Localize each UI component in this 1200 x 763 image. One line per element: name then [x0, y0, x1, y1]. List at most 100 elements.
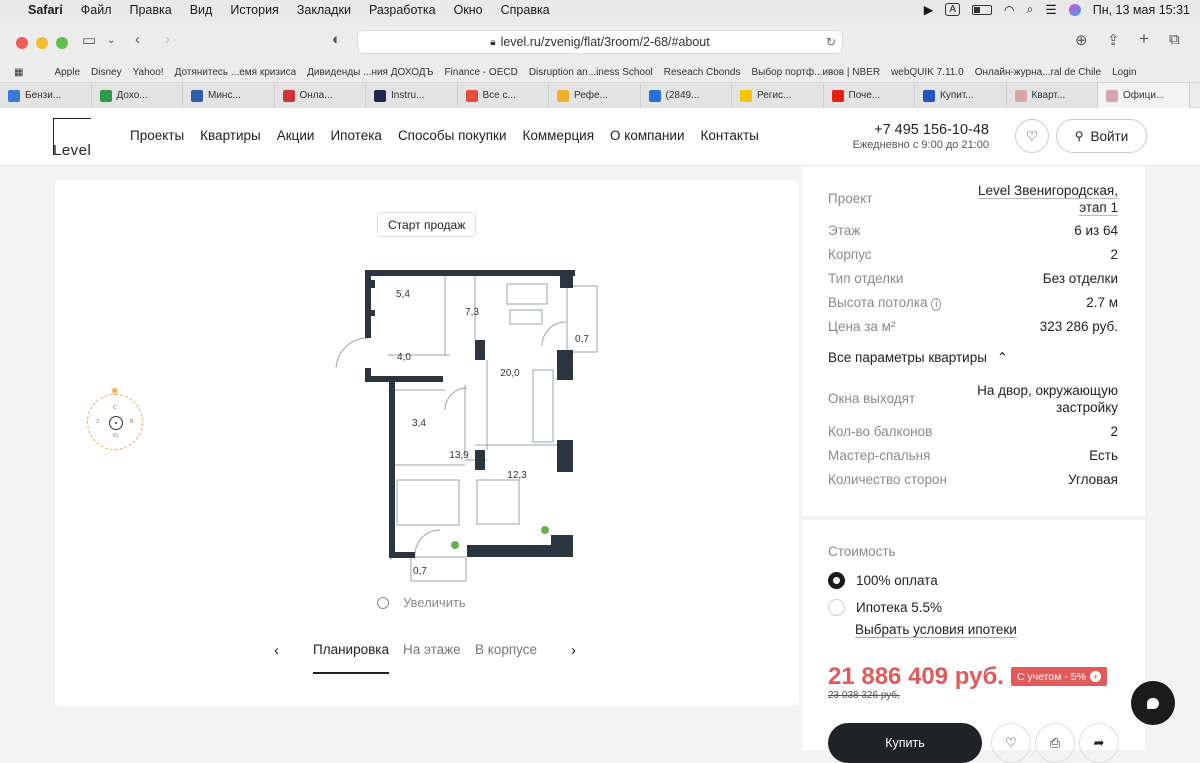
bookmark-item[interactable]: Дотянитесь ...емя кризиса: [175, 67, 297, 78]
prev-arrow-icon[interactable]: ‹: [274, 642, 279, 659]
info-icon[interactable]: i: [931, 298, 942, 311]
sidebar-icon[interactable]: ▭: [82, 31, 96, 49]
nav-apartments[interactable]: Квартиры: [200, 128, 261, 143]
menu-help[interactable]: Справка: [501, 3, 550, 17]
browser-tab[interactable]: Instru...: [366, 83, 458, 108]
browser-tab[interactable]: Рефе...: [549, 83, 641, 108]
menu-window[interactable]: Окно: [454, 3, 483, 17]
bookmarks-grid-icon[interactable]: ▦: [14, 67, 23, 78]
downloads-icon[interactable]: ⊕: [1075, 31, 1088, 49]
close-window-button[interactable]: [16, 37, 28, 49]
favorite-button[interactable]: ♡: [991, 723, 1031, 763]
address-bar[interactable]: 🔒︎ level.ru/zvenig/flat/3room/2-68/#abou…: [357, 30, 843, 54]
back-icon[interactable]: ‹: [135, 31, 140, 48]
zoom-button[interactable]: Увеличить: [377, 595, 466, 610]
mortgage-conditions-link[interactable]: Выбрать условия ипотеки: [855, 622, 1017, 638]
browser-tab[interactable]: Купит...: [915, 83, 1007, 108]
bookmark-item[interactable]: Disruption an...iness School: [529, 67, 653, 78]
menubar-clock[interactable]: Пн, 13 мая 15:31: [1093, 3, 1190, 17]
siri-icon[interactable]: [1068, 3, 1081, 16]
nav-purchase-methods[interactable]: Способы покупки: [398, 128, 507, 143]
room-area-label: 7,3: [465, 307, 479, 318]
browser-tab[interactable]: Офици...: [1098, 83, 1190, 108]
share-icon[interactable]: ⇪: [1107, 31, 1120, 49]
bookmark-item[interactable]: Apple: [54, 67, 80, 78]
buy-button[interactable]: Купить: [828, 723, 982, 763]
room-area-label: 0,7: [413, 566, 427, 577]
nav-promotions[interactable]: Акции: [277, 128, 315, 143]
tab-label: Регис...: [757, 90, 792, 101]
param-label: Окна выходят: [828, 391, 916, 406]
play-status-icon[interactable]: ▶: [924, 2, 934, 17]
param-label: Цена за м²: [828, 319, 896, 334]
minimize-window-button[interactable]: [36, 37, 48, 49]
login-button[interactable]: ⚲ Войти: [1056, 119, 1147, 153]
reload-icon[interactable]: ↻: [826, 35, 836, 49]
browser-tab[interactable]: Бензи...: [0, 83, 92, 108]
browser-tab[interactable]: Все с...: [457, 83, 549, 108]
nav-about[interactable]: О компании: [610, 128, 684, 143]
full-payment-radio[interactable]: 100% оплата: [828, 572, 938, 589]
param-row: Количество сторон Угловая: [828, 472, 1118, 487]
zoom-window-button[interactable]: [56, 37, 68, 49]
control-center-icon[interactable]: ☰: [1046, 2, 1057, 17]
input-source-icon[interactable]: A: [945, 3, 960, 16]
bookmark-item[interactable]: Онлайн-журна...ral de Chile: [975, 67, 1101, 78]
apartment-floorplan[interactable]: 5,4 7,3 0,7 4,0 20,0 3,4 13,9 12,3 0,7: [55, 180, 799, 706]
plan-view-tabs: ‹ Планировка На этаже В корпусе ›: [268, 640, 598, 676]
print-button[interactable]: ⎙: [1035, 723, 1075, 763]
share-button[interactable]: ➦: [1079, 723, 1119, 763]
wifi-icon[interactable]: ◠: [1004, 3, 1014, 17]
menu-history[interactable]: История: [230, 3, 278, 17]
battery-icon[interactable]: [972, 4, 992, 15]
nav-projects[interactable]: Проекты: [130, 128, 184, 143]
browser-tab[interactable]: Минс...: [183, 83, 275, 108]
tab-favicon-icon: [740, 89, 752, 102]
browser-tab[interactable]: Онла...: [274, 83, 366, 108]
menu-safari[interactable]: Safari: [28, 3, 63, 17]
spotlight-search-icon[interactable]: ⌕: [1026, 2, 1033, 17]
param-row: Мастер-спальня Есть: [828, 448, 1118, 463]
browser-tab[interactable]: (2849...: [640, 83, 732, 108]
shield-icon[interactable]: ◐: [332, 31, 341, 48]
favorites-button[interactable]: ♡: [1015, 119, 1049, 153]
bookmark-item[interactable]: Reseach Cbonds: [664, 67, 741, 78]
bookmark-item[interactable]: Дивиденды ...ния ДОХОДЪ: [307, 67, 433, 78]
menu-view[interactable]: Вид: [190, 3, 213, 17]
chevron-down-icon[interactable]: ⌄: [107, 35, 115, 46]
tab-in-building[interactable]: В корпусе: [475, 642, 537, 657]
browser-tab[interactable]: Дохо...: [91, 83, 183, 108]
browser-chrome: ▭ ⌄ ‹ › ◐ 🔒︎ level.ru/zvenig/flat/3room/…: [0, 19, 1200, 108]
bookmark-item[interactable]: Login: [1112, 67, 1136, 78]
chat-widget-button[interactable]: [1131, 681, 1175, 725]
bookmark-item[interactable]: webQUIK 7.11.0: [891, 67, 964, 78]
nav-contacts[interactable]: Контакты: [701, 128, 759, 143]
tab-overview-icon[interactable]: ⧉: [1169, 31, 1180, 48]
all-params-toggle[interactable]: Все параметры квартиры ⌃: [828, 350, 1008, 366]
bookmark-item[interactable]: Выбор портф...ивов | NBER: [752, 67, 881, 78]
browser-tab[interactable]: Кварт...: [1006, 83, 1098, 108]
discount-badge[interactable]: С учетом - 5% +: [1011, 667, 1107, 686]
new-tab-icon[interactable]: +: [1139, 29, 1149, 49]
nav-mortgage[interactable]: Ипотека: [330, 128, 381, 143]
menu-file[interactable]: Файл: [81, 3, 112, 17]
browser-tab[interactable]: Поче...: [823, 83, 915, 108]
param-row: Высота потолка i 2.7 м: [828, 295, 1118, 311]
contact-phone[interactable]: +7 495 156-10-48 Ежедневно с 9:00 до 21:…: [846, 122, 989, 151]
tab-layout[interactable]: Планировка: [313, 642, 389, 674]
menu-develop[interactable]: Разработка: [369, 3, 436, 17]
nav-commercial[interactable]: Коммерция: [523, 128, 595, 143]
phone-number[interactable]: +7 495 156-10-48: [846, 122, 989, 138]
bookmark-item[interactable]: Yahoo!: [133, 67, 164, 78]
menu-edit[interactable]: Правка: [129, 3, 171, 17]
project-link[interactable]: Level Звенигородская, этап 1: [978, 182, 1118, 216]
mortgage-radio[interactable]: Ипотека 5.5%: [828, 599, 942, 616]
bookmark-item[interactable]: Disney: [91, 67, 122, 78]
menu-bookmarks[interactable]: Закладки: [297, 3, 351, 17]
browser-tab[interactable]: Регис...: [732, 83, 824, 108]
bookmark-item[interactable]: Finance - OECD: [444, 67, 517, 78]
next-arrow-icon[interactable]: ›: [571, 642, 576, 659]
level-logo[interactable]: Level: [53, 118, 91, 159]
forward-icon[interactable]: ›: [165, 31, 170, 48]
tab-on-floor[interactable]: На этаже: [403, 642, 461, 657]
